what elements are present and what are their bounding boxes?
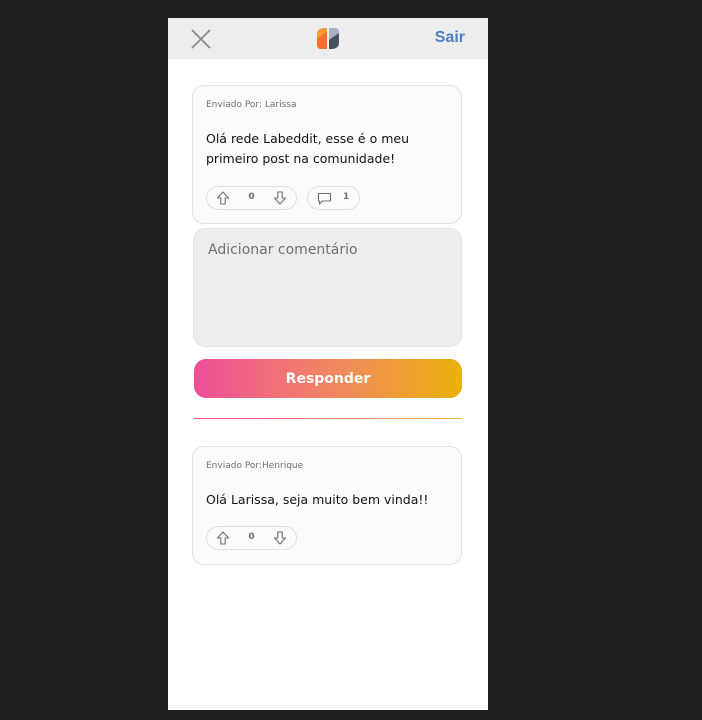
vote-control: 0 bbox=[206, 526, 297, 550]
logout-link[interactable]: Sair bbox=[435, 29, 465, 47]
labeddit-logo-icon bbox=[317, 28, 339, 49]
vote-control: 0 bbox=[206, 186, 297, 210]
close-icon[interactable] bbox=[190, 28, 212, 50]
comment-author: Enviado Por:Henrique bbox=[206, 461, 304, 471]
comments-button[interactable]: 1 bbox=[307, 186, 360, 210]
comment-count: 1 bbox=[343, 192, 350, 202]
post-text: Olá rede Labeddit, esse é o meu primeiro… bbox=[206, 131, 409, 166]
comment-input[interactable] bbox=[193, 228, 462, 347]
app-screen: Sair Enviado Por: Larissa Olá rede Labed… bbox=[168, 18, 488, 710]
gradient-divider bbox=[194, 418, 462, 419]
comment-bubble-icon bbox=[317, 192, 332, 205]
arrow-down-icon[interactable] bbox=[273, 191, 287, 205]
respond-button[interactable]: Responder bbox=[194, 359, 462, 398]
post-card: Enviado Por: Larissa Olá rede Labeddit, … bbox=[192, 85, 462, 224]
comment-card: Enviado Por:Henrique Olá Larissa, seja m… bbox=[192, 446, 462, 565]
arrow-down-icon[interactable] bbox=[273, 531, 287, 545]
post-author: Enviado Por: Larissa bbox=[206, 100, 297, 110]
header-bar: Sair bbox=[168, 18, 488, 59]
comment-text: Olá Larissa, seja muito bem vinda!! bbox=[206, 492, 429, 507]
